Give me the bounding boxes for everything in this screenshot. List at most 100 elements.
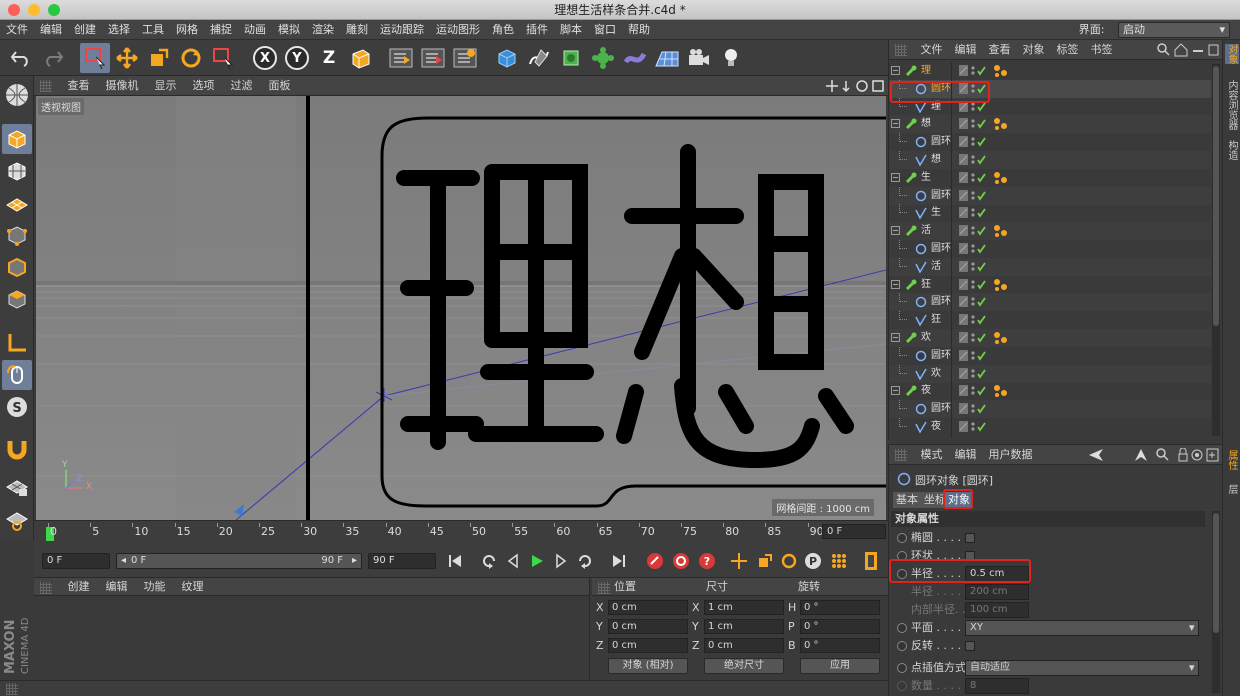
menu-create[interactable]: 创建 (68, 20, 102, 40)
object-menu-object[interactable]: 对象 (1017, 40, 1051, 60)
visibility-toggles-icon[interactable] (959, 154, 987, 166)
timeline-ruler[interactable]: 0 5 10 15 20 25 30 35 40 45 50 55 60 65 70 75 80 85 90 0 F (34, 520, 888, 542)
model-mode-button[interactable] (2, 124, 32, 154)
previous-key-button[interactable] (478, 550, 500, 572)
animate-dot-icon[interactable] (897, 641, 907, 651)
current-frame-field[interactable]: 0 F (822, 524, 886, 539)
perspective-viewport[interactable]: Y X Z 透视视图 网格间距 : 1000 cm (36, 96, 886, 520)
autokey-button[interactable] (670, 550, 692, 572)
apply-button[interactable]: 应用 (800, 658, 880, 674)
rotation-p-field[interactable]: 0 ° (800, 619, 880, 634)
points-mode-button[interactable] (2, 220, 32, 250)
object-row-spline[interactable]: 欢 (889, 364, 1211, 383)
axis-mode-button[interactable] (2, 328, 32, 358)
edges-mode-button[interactable] (2, 252, 32, 282)
snap-mode-button[interactable]: S (2, 392, 32, 422)
rotate-tool-button[interactable] (176, 43, 206, 73)
menu-mograph[interactable]: 运动图形 (430, 20, 486, 40)
menu-render[interactable]: 渲染 (306, 20, 340, 40)
viewport-menu-camera[interactable]: 摄像机 (98, 76, 147, 96)
animate-dot-icon[interactable] (897, 551, 907, 561)
animate-dot-icon[interactable] (897, 569, 907, 579)
visibility-toggles-icon[interactable] (959, 171, 987, 184)
visibility-toggles-icon[interactable] (959, 243, 987, 255)
viewport-solo-button[interactable] (2, 80, 32, 110)
attribute-menu-mode[interactable]: 模式 (915, 445, 949, 465)
mograph-tag-icon[interactable] (993, 224, 1009, 238)
add-camera-button[interactable] (684, 43, 714, 73)
start-frame-field[interactable]: 0 F (42, 553, 110, 569)
polygons-mode-button[interactable] (2, 284, 32, 314)
size-z-field[interactable]: 0 cm (704, 638, 784, 653)
menu-simulate[interactable]: 模拟 (272, 20, 306, 40)
visibility-toggles-icon[interactable] (959, 82, 987, 95)
object-row-circle[interactable]: 圆环 (889, 400, 1211, 419)
visibility-toggles-icon[interactable] (959, 225, 987, 237)
attribute-scrollbar[interactable] (1212, 511, 1220, 693)
go-to-end-button[interactable] (608, 550, 630, 572)
z-axis-lock-button[interactable]: Z (314, 43, 344, 73)
scale-tool-button[interactable] (144, 43, 174, 73)
play-button[interactable] (526, 550, 548, 572)
mograph-tag-icon[interactable] (993, 384, 1009, 398)
visibility-toggles-icon[interactable] (959, 118, 987, 130)
radius-field[interactable]: 0.5 cm (965, 566, 1029, 582)
add-cube-button[interactable] (492, 43, 522, 73)
object-menu-edit[interactable]: 编辑 (949, 40, 983, 60)
keyframe-selection-button[interactable]: ? (696, 550, 718, 572)
undo-button[interactable] (6, 43, 36, 73)
object-row-group[interactable]: − 欢 (889, 329, 1211, 347)
visibility-toggles-icon[interactable] (959, 332, 987, 344)
animate-dot-icon[interactable] (897, 663, 907, 673)
rotation-b-field[interactable]: 0 ° (800, 638, 880, 653)
material-grip-icon[interactable] (40, 582, 52, 594)
visibility-toggles-icon[interactable] (959, 403, 987, 415)
object-scrollbar[interactable] (1212, 64, 1220, 436)
object-row-spline[interactable]: 夜 (889, 418, 1211, 436)
visibility-toggles-icon[interactable] (959, 260, 987, 273)
material-menu-function[interactable]: 功能 (136, 578, 174, 596)
object-toolbar-icons[interactable] (1157, 43, 1219, 57)
mograph-tag-icon[interactable] (993, 171, 1009, 185)
menu-select[interactable]: 选择 (102, 20, 136, 40)
ellipse-checkbox[interactable] (965, 533, 975, 543)
visibility-toggles-icon[interactable] (959, 314, 987, 326)
object-row-group[interactable]: − 理 (889, 62, 1211, 80)
object-row-circle[interactable]: 圆环 (889, 346, 1211, 365)
menu-window[interactable]: 窗口 (588, 20, 622, 40)
menu-sculpt[interactable]: 雕刻 (340, 20, 374, 40)
position-y-field[interactable]: 0 cm (608, 619, 688, 634)
material-menu-texture[interactable]: 纹理 (174, 578, 212, 596)
dock-tab-attributes[interactable]: 属性 (1225, 450, 1239, 470)
menu-tools[interactable]: 工具 (136, 20, 170, 40)
coordinate-grip-icon[interactable] (598, 582, 610, 594)
visibility-toggles-icon[interactable] (959, 207, 987, 219)
object-menu-view[interactable]: 查看 (983, 40, 1017, 60)
add-subdivision-button[interactable] (556, 43, 586, 73)
object-row-spline[interactable]: 狂 (889, 311, 1211, 329)
render-view-button[interactable] (386, 43, 416, 73)
next-key-button[interactable] (574, 550, 596, 572)
object-row-circle[interactable]: 圆环 (889, 240, 1211, 258)
panel-grip-icon[interactable] (40, 80, 52, 92)
animate-dot-icon[interactable] (897, 623, 907, 633)
mograph-tag-icon[interactable] (993, 64, 1009, 78)
object-row-group[interactable]: − 生 (889, 169, 1211, 187)
magnet-button[interactable] (2, 434, 32, 464)
menu-animate[interactable]: 动画 (238, 20, 272, 40)
viewport-menu-panel[interactable]: 面板 (261, 76, 299, 96)
object-menu-file[interactable]: 文件 (915, 40, 949, 60)
go-to-start-button[interactable] (444, 550, 466, 572)
recent-tools-button[interactable] (208, 43, 238, 73)
collapse-toggle-icon[interactable]: − (891, 172, 900, 182)
collapse-toggle-icon[interactable]: − (891, 279, 900, 289)
texture-mode-button[interactable] (2, 156, 32, 186)
object-menu-tags[interactable]: 标签 (1051, 40, 1085, 60)
preview-range-slider[interactable]: ◂ 0 F 90 F ▸ (116, 553, 362, 569)
menu-edit[interactable]: 编辑 (34, 20, 68, 40)
visibility-toggles-icon[interactable] (959, 367, 987, 380)
locked-workplane-button[interactable] (2, 472, 32, 502)
key-pla-button[interactable] (828, 550, 850, 572)
collapse-toggle-icon[interactable]: − (891, 66, 900, 75)
menu-help[interactable]: 帮助 (622, 20, 656, 40)
